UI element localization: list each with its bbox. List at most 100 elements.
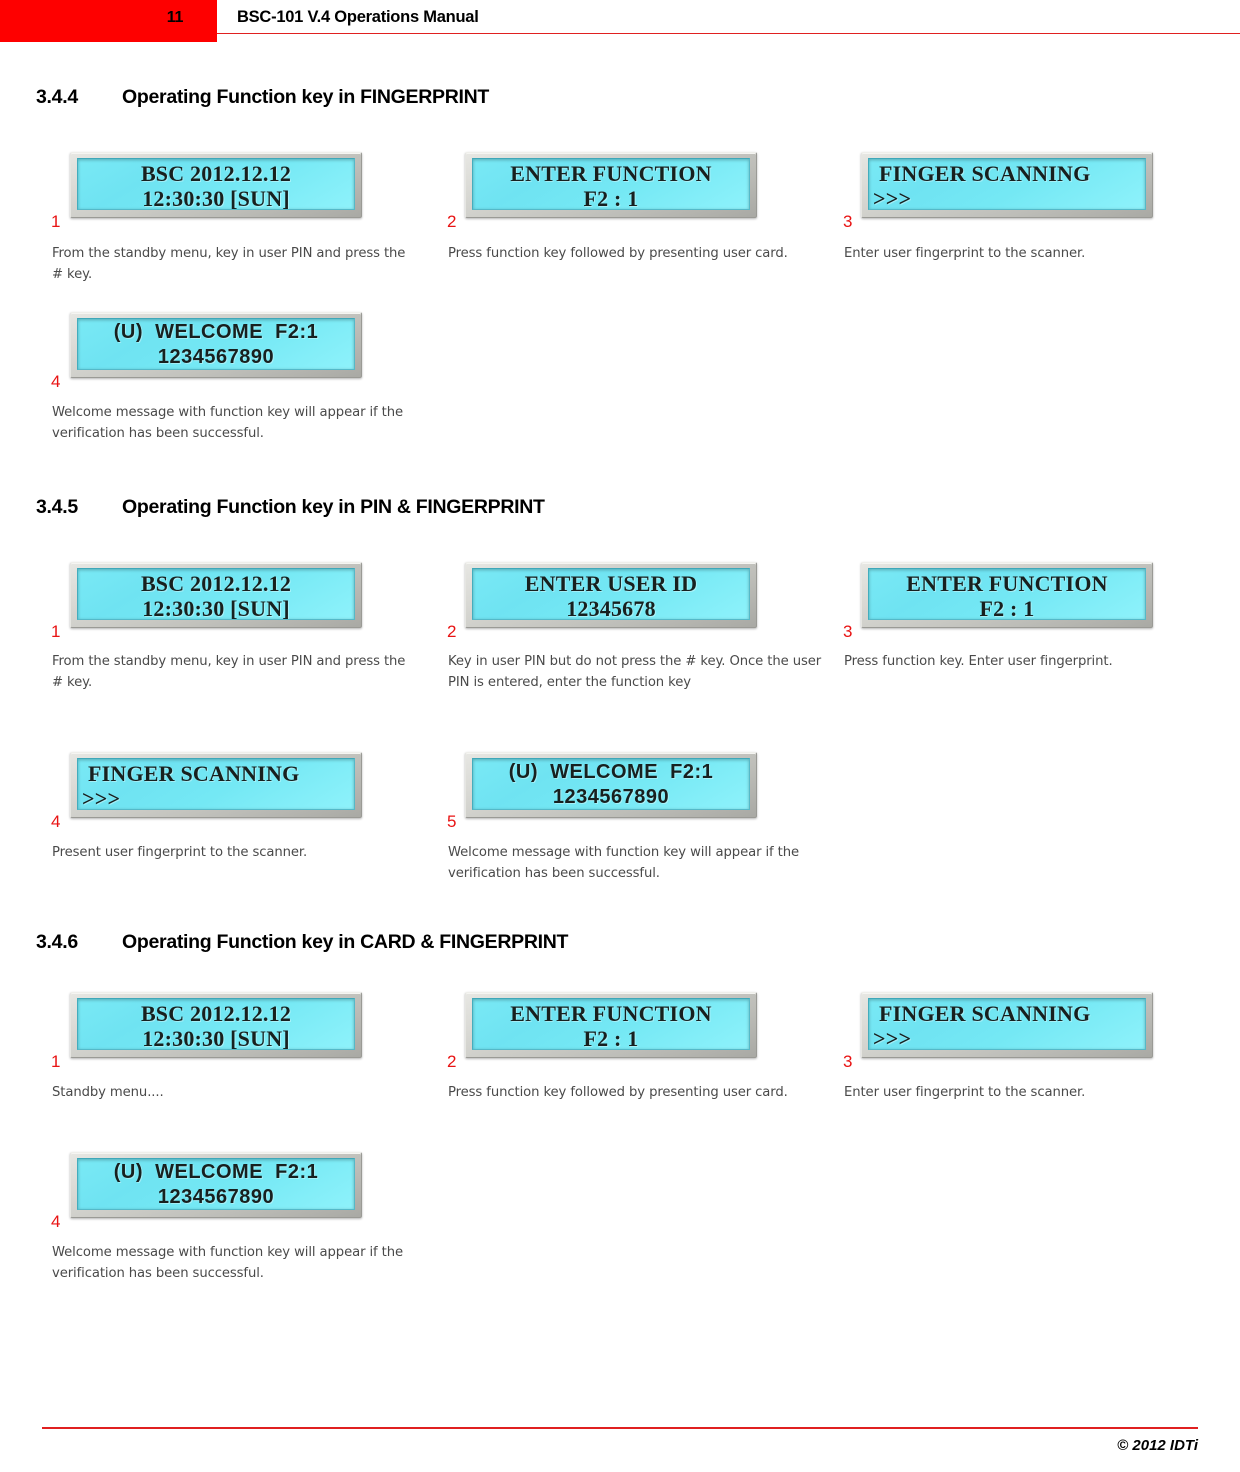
section-title: Operating Function key in PIN & FINGERPR… bbox=[122, 496, 545, 518]
lcd-text-line1: FINGER SCANNING bbox=[88, 761, 300, 786]
section-title: Operating Function key in FINGERPRINT bbox=[122, 86, 490, 108]
lcd-screen: BSC 2012.12.12 12:30:30 [SUN] bbox=[77, 568, 355, 620]
step-caption: Enter user fingerprint to the scanner. bbox=[844, 1085, 1086, 1100]
lcd-text-line1: ENTER FUNCTION bbox=[906, 571, 1108, 596]
step-number: 3 bbox=[843, 622, 853, 641]
lcd-screen: ENTER USER ID 12345678 bbox=[472, 568, 750, 620]
step-number: 1 bbox=[51, 212, 61, 231]
lcd-display: ENTER FUNCTION F2 : 1 bbox=[861, 562, 1153, 628]
lcd-text-line1: (U) WELCOME F2:1 bbox=[508, 761, 714, 783]
lcd-display: (U) WELCOME F2:1 1234567890 bbox=[70, 1152, 362, 1218]
lcd-text-line1: FINGER SCANNING bbox=[879, 1001, 1091, 1026]
page-number: 11 bbox=[166, 9, 184, 26]
step-caption: Press function key. Enter user fingerpri… bbox=[844, 654, 1113, 669]
step-number: 3 bbox=[843, 1052, 853, 1071]
lcd-bezel: BSC 2012.12.12 12:30:30 [SUN] bbox=[70, 992, 362, 1058]
lcd-text-line2: F2 : 1 bbox=[979, 596, 1035, 620]
section-heading-345: 3.4.5 Operating Function key in PIN & FIN… bbox=[36, 496, 545, 519]
lcd-bezel: (U) WELCOME F2:1 1234567890 bbox=[70, 312, 362, 378]
section-number: 3.4.5 bbox=[36, 496, 78, 518]
step-number: 3 bbox=[843, 212, 853, 231]
step-number: 4 bbox=[51, 812, 61, 831]
lcd-bezel: FINGER SCANNING >>> bbox=[861, 152, 1153, 218]
lcd-display: BSC 2012.12.12 12:30:30 [SUN] bbox=[70, 992, 362, 1058]
lcd-text-line2: 12345678 bbox=[566, 596, 656, 620]
step-caption: Welcome message with function key will a… bbox=[448, 845, 800, 881]
step-number: 5 bbox=[447, 812, 457, 831]
section-number: 3.4.6 bbox=[36, 931, 78, 953]
step-number: 2 bbox=[447, 1052, 457, 1071]
step-caption: From the standby menu, key in user PIN a… bbox=[52, 246, 406, 282]
step-caption: Present user fingerprint to the scanner. bbox=[52, 845, 308, 860]
lcd-text-line2: 12:30:30 [SUN] bbox=[142, 1026, 290, 1050]
step-number: 4 bbox=[51, 1212, 61, 1231]
lcd-bezel: (U) WELCOME F2:1 1234567890 bbox=[70, 1152, 362, 1218]
step-caption: Welcome message with function key will a… bbox=[52, 405, 404, 441]
lcd-bezel: BSC 2012.12.12 12:30:30 [SUN] bbox=[70, 562, 362, 628]
lcd-display: BSC 2012.12.12 12:30:30 [SUN] bbox=[70, 562, 362, 628]
header-divider bbox=[217, 33, 1240, 34]
step-caption: Standby menu.... bbox=[52, 1085, 164, 1100]
lcd-text-line2: >>> bbox=[873, 186, 912, 210]
lcd-screen: ENTER FUNCTION F2 : 1 bbox=[868, 568, 1146, 620]
lcd-text-line1: FINGER SCANNING bbox=[879, 161, 1091, 186]
step-caption: Welcome message with function key will a… bbox=[52, 1245, 404, 1281]
footer-copyright: © 2012 IDTi bbox=[1117, 1437, 1198, 1454]
lcd-bezel: ENTER FUNCTION F2 : 1 bbox=[465, 992, 757, 1058]
lcd-text-line2: 12:30:30 [SUN] bbox=[142, 596, 290, 620]
lcd-text-line1: ENTER USER ID bbox=[524, 571, 698, 596]
lcd-screen: FINGER SCANNING >>> bbox=[868, 158, 1146, 210]
lcd-text-line2: F2 : 1 bbox=[583, 1026, 639, 1050]
lcd-text-line1: BSC 2012.12.12 bbox=[140, 1001, 292, 1026]
lcd-text-line2: 1234567890 bbox=[157, 346, 275, 368]
lcd-display: (U) WELCOME F2:1 1234567890 bbox=[70, 312, 362, 378]
lcd-screen: ENTER FUNCTION F2 : 1 bbox=[472, 158, 750, 210]
lcd-display: (U) WELCOME F2:1 1234567890 bbox=[465, 752, 757, 818]
lcd-text-line2: F2 : 1 bbox=[583, 186, 639, 210]
step-caption: Press function key followed by presentin… bbox=[448, 1085, 788, 1100]
lcd-screen: FINGER SCANNING >>> bbox=[868, 998, 1146, 1050]
lcd-display: FINGER SCANNING >>> bbox=[70, 752, 362, 818]
step-number: 1 bbox=[51, 1052, 61, 1071]
lcd-display: BSC 2012.12.12 12:30:30 [SUN] bbox=[70, 152, 362, 218]
lcd-screen: ENTER FUNCTION F2 : 1 bbox=[472, 998, 750, 1050]
lcd-bezel: FINGER SCANNING >>> bbox=[70, 752, 362, 818]
lcd-text-line2: >>> bbox=[873, 1026, 912, 1050]
lcd-bezel: (U) WELCOME F2:1 1234567890 bbox=[465, 752, 757, 818]
lcd-screen: BSC 2012.12.12 12:30:30 [SUN] bbox=[77, 998, 355, 1050]
lcd-display: FINGER SCANNING >>> bbox=[861, 992, 1153, 1058]
lcd-screen: FINGER SCANNING >>> bbox=[77, 758, 355, 810]
lcd-display: ENTER FUNCTION F2 : 1 bbox=[465, 152, 757, 218]
step-caption: Key in user PIN but do not press the # k… bbox=[448, 654, 822, 690]
step-caption: From the standby menu, key in user PIN a… bbox=[52, 654, 406, 690]
lcd-text-line1: ENTER FUNCTION bbox=[510, 1001, 712, 1026]
lcd-bezel: ENTER USER ID 12345678 bbox=[465, 562, 757, 628]
lcd-bezel: FINGER SCANNING >>> bbox=[861, 992, 1153, 1058]
section-title: Operating Function key in CARD & FINGERP… bbox=[122, 931, 569, 953]
lcd-screen: BSC 2012.12.12 12:30:30 [SUN] bbox=[77, 158, 355, 210]
step-caption: Press function key followed by presentin… bbox=[448, 246, 788, 261]
step-number: 2 bbox=[447, 622, 457, 641]
lcd-display: ENTER USER ID 12345678 bbox=[465, 562, 757, 628]
lcd-text-line2: 12:30:30 [SUN] bbox=[142, 186, 290, 210]
lcd-text-line2: 1234567890 bbox=[552, 786, 670, 808]
lcd-display: ENTER FUNCTION F2 : 1 bbox=[465, 992, 757, 1058]
step-number: 4 bbox=[51, 372, 61, 391]
step-number: 1 bbox=[51, 622, 61, 641]
lcd-screen: (U) WELCOME F2:1 1234567890 bbox=[472, 758, 750, 810]
section-number: 3.4.4 bbox=[36, 86, 78, 108]
lcd-screen: (U) WELCOME F2:1 1234567890 bbox=[77, 1158, 355, 1210]
lcd-text-line1: BSC 2012.12.12 bbox=[140, 161, 292, 186]
lcd-text-line2: >>> bbox=[82, 786, 121, 810]
lcd-bezel: ENTER FUNCTION F2 : 1 bbox=[861, 562, 1153, 628]
lcd-bezel: BSC 2012.12.12 12:30:30 [SUN] bbox=[70, 152, 362, 218]
footer-divider bbox=[42, 1427, 1198, 1429]
section-heading-346: 3.4.6 Operating Function key in CARD & FI… bbox=[36, 931, 568, 954]
step-caption: Enter user fingerprint to the scanner. bbox=[844, 246, 1086, 261]
step-number: 2 bbox=[447, 212, 457, 231]
lcd-text-line1: BSC 2012.12.12 bbox=[140, 571, 292, 596]
lcd-text-line2: 1234567890 bbox=[157, 1186, 275, 1208]
lcd-text-line1: (U) WELCOME F2:1 bbox=[113, 1161, 319, 1183]
page-header: 11 BSC-101 V.4 Operations Manual bbox=[0, 0, 1240, 46]
document-title: BSC-101 V.4 Operations Manual bbox=[237, 8, 479, 26]
